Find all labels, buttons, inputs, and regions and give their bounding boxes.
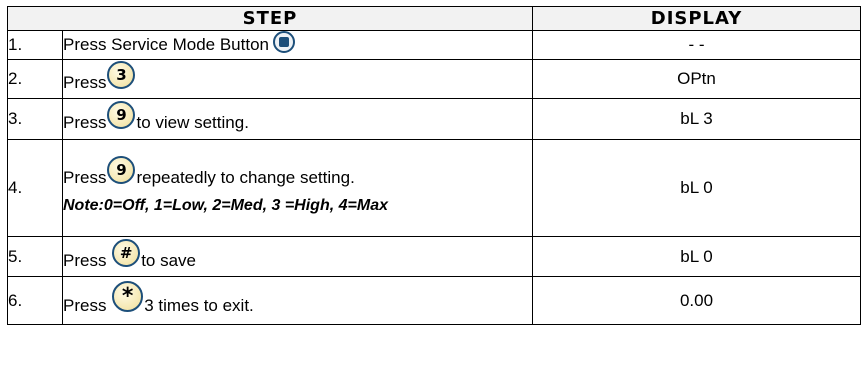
step-text: Press Service Mode Button xyxy=(63,35,269,54)
step-number: 5. xyxy=(7,236,63,277)
table-row: 2. Press 3 OPtn xyxy=(7,59,861,99)
display-value: bL 0 xyxy=(532,139,861,237)
step-number: 6. xyxy=(7,276,63,325)
step-number: 4. xyxy=(7,139,63,237)
step-header: STEP xyxy=(6,6,534,31)
display-value: 0.00 xyxy=(532,276,861,325)
table-row: 5. Press # to save bL 0 xyxy=(7,236,861,277)
display-header: DISPLAY xyxy=(532,6,861,31)
step-text: Press xyxy=(63,168,107,187)
display-value: bL 0 xyxy=(532,236,861,277)
step-instruction: Press 3 xyxy=(61,59,534,99)
step-text-suffix: 3 times to exit. xyxy=(144,296,254,315)
table-header-row: STEP DISPLAY xyxy=(6,6,861,31)
table-row: 1. Press Service Mode Button - - xyxy=(7,30,861,60)
key-9-icon: 9 xyxy=(107,156,136,184)
step-number: 2. xyxy=(7,59,63,99)
step-text-suffix: to save xyxy=(141,250,196,270)
display-value: bL 3 xyxy=(532,98,861,140)
table-row: 3. Press 9 to view setting. bL 3 xyxy=(7,98,861,140)
setting-note: Note:0=Off, 1=Low, 2=Med, 3 =High, 4=Max xyxy=(63,197,388,214)
table-row: 6. Press * 3 times to exit. 0.00 xyxy=(7,276,861,325)
step-number: 3. xyxy=(7,98,63,140)
step-number: 1. xyxy=(7,30,63,60)
step-text: Press xyxy=(63,296,112,315)
step-text-suffix: repeatedly to change setting. xyxy=(136,168,355,187)
display-value: - - xyxy=(532,30,861,60)
star-key-icon: * xyxy=(112,281,144,312)
step-text: Press xyxy=(63,113,107,132)
step-instruction: Press # to save xyxy=(61,236,534,277)
service-mode-button-icon xyxy=(272,31,295,53)
display-value: OPtn xyxy=(532,59,861,99)
pound-key-icon: # xyxy=(112,238,141,267)
key-3-icon: 3 xyxy=(107,61,136,89)
service-steps-table: STEP DISPLAY 1. Press Service Mode Butto… xyxy=(6,6,861,325)
step-text: Press xyxy=(63,250,112,270)
step-instruction: Press * 3 times to exit. xyxy=(61,276,534,325)
step-text: Press xyxy=(63,73,107,92)
key-9-icon: 9 xyxy=(107,101,136,129)
step-instruction: Press 9 repeatedly to change setting. Note… xyxy=(61,139,534,237)
step-instruction: Press Service Mode Button xyxy=(61,30,534,60)
step-text-suffix: to view setting. xyxy=(136,113,249,132)
table-row: 4. Press 9 repeatedly to change setting. N… xyxy=(7,139,861,237)
step-instruction: Press 9 to view setting. xyxy=(61,98,534,140)
